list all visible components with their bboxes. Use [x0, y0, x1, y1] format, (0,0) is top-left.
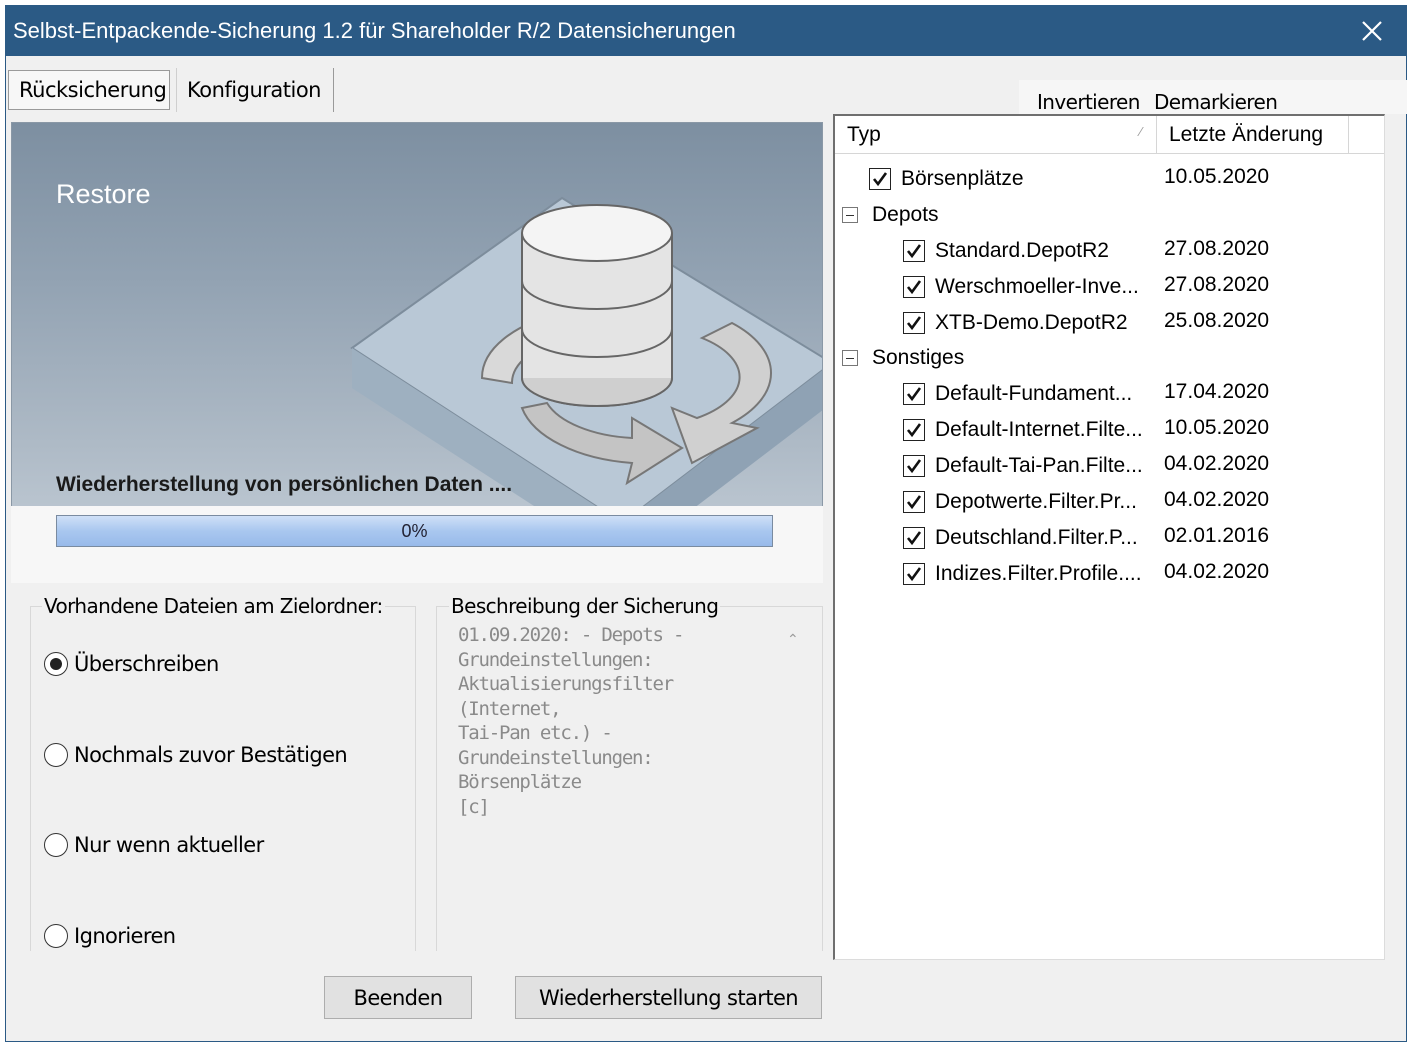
tree-group-row: Sonstiges [842, 341, 964, 375]
column-letzte-aenderung[interactable]: Letzte Änderung [1157, 116, 1349, 154]
radio-empty-icon [44, 924, 68, 948]
radio-label: Überschreiben [74, 652, 219, 676]
row-date: 02.01.2016 [1164, 524, 1270, 547]
checkbox-checked-icon[interactable] [903, 240, 925, 262]
radio-nochmals-bestaetigen[interactable]: Nochmals zuvor Bestätigen [44, 743, 348, 767]
row-date: 10.05.2020 [1164, 416, 1270, 439]
banner-subtitle: Wiederherstellung von persönlichen Daten… [56, 473, 513, 496]
radio-selected-icon [44, 652, 68, 676]
checkbox-checked-icon[interactable] [903, 527, 925, 549]
description-title: Beschreibung der Sicherung [449, 594, 721, 618]
collapse-icon[interactable] [842, 207, 858, 223]
scroll-up-icon[interactable]: ⌃ [787, 631, 799, 648]
radio-nur-wenn-aktueller[interactable]: Nur wenn aktueller [44, 833, 264, 857]
row-date: 25.08.2020 [1164, 309, 1270, 332]
progress-label: 0% [401, 521, 428, 541]
tree-row: Default-Fundament... [903, 377, 1132, 411]
tree-row: Default-Internet.Filte... [903, 413, 1143, 447]
checkbox-checked-icon[interactable] [903, 419, 925, 441]
row-date: 04.02.2020 [1164, 488, 1270, 511]
radio-empty-icon [44, 743, 68, 767]
tree-row: XTB-Demo.DepotR2 [903, 306, 1128, 340]
tree-group-row: Depots [842, 198, 939, 232]
column-typ[interactable]: Typ ⁄ [835, 116, 1157, 154]
row-date: 04.02.2020 [1164, 452, 1270, 475]
row-date: 27.08.2020 [1164, 237, 1270, 260]
checkbox-checked-icon[interactable] [903, 312, 925, 334]
unmark-button[interactable]: Demarkieren [1154, 90, 1278, 114]
tree-row: Deutschland.Filter.P... [903, 521, 1138, 555]
invert-button[interactable]: Invertieren [1037, 90, 1140, 114]
tab-konfiguration[interactable]: Konfiguration [176, 68, 334, 112]
banner-heading: Restore [56, 179, 151, 209]
radio-empty-icon [44, 833, 68, 857]
start-restore-button[interactable]: Wiederherstellung starten [515, 976, 822, 1019]
tree-row: Default-Tai-Pan.Filte... [903, 449, 1143, 483]
sort-icon: ⁄ [1139, 124, 1142, 139]
row-date: 27.08.2020 [1164, 273, 1270, 296]
collapse-icon[interactable] [842, 350, 858, 366]
close-icon [1362, 21, 1382, 41]
radio-label: Nochmals zuvor Bestätigen [74, 743, 348, 767]
checkbox-checked-icon[interactable] [903, 276, 925, 298]
checkbox-checked-icon[interactable] [903, 491, 925, 513]
tree-toolbar: Invertieren Demarkieren [1019, 80, 1407, 114]
restore-progress-bar: 0% [56, 515, 773, 547]
radio-label: Ignorieren [74, 924, 176, 948]
quit-button[interactable]: Beenden [324, 976, 472, 1019]
window-title: Selbst-Entpackende-Sicherung 1.2 für Sha… [13, 18, 736, 43]
title-bar: Selbst-Entpackende-Sicherung 1.2 für Sha… [6, 6, 1406, 56]
row-date: 04.02.2020 [1164, 560, 1270, 583]
tree-row: Standard.DepotR2 [903, 234, 1109, 268]
tree-row: Börsenplätze [869, 162, 1024, 196]
restore-dialog: Selbst-Entpackende-Sicherung 1.2 für Sha… [5, 5, 1407, 1042]
radio-ignorieren[interactable]: Ignorieren [44, 924, 176, 948]
checkbox-checked-icon[interactable] [903, 455, 925, 477]
existing-files-title: Vorhandene Dateien am Zielordner: [42, 594, 385, 618]
checkbox-checked-icon[interactable] [903, 383, 925, 405]
checkbox-checked-icon[interactable] [903, 563, 925, 585]
tree-header: Typ ⁄ Letzte Änderung [835, 116, 1384, 154]
tree-row: Depotwerte.Filter.Pr... [903, 485, 1137, 519]
row-date: 10.05.2020 [1164, 165, 1270, 188]
file-tree: Typ ⁄ Letzte Änderung Börsenplätze 10.05… [833, 114, 1385, 960]
radio-ueberschreiben[interactable]: Überschreiben [44, 652, 219, 676]
radio-label: Nur wenn aktueller [74, 833, 264, 857]
tab-ruecksicherung[interactable]: Rücksicherung [8, 70, 170, 110]
row-date: 17.04.2020 [1164, 380, 1270, 403]
checkbox-checked-icon[interactable] [869, 168, 891, 190]
close-button[interactable] [1338, 6, 1406, 56]
tree-row: Indizes.Filter.Profile.... [903, 557, 1142, 591]
tree-row: Werschmoeller-Inve... [903, 270, 1139, 304]
tab-strip: Rücksicherung Konfiguration [6, 68, 406, 116]
description-text[interactable]: 01.09.2020: - Depots - Grundeinstellunge… [458, 623, 778, 819]
